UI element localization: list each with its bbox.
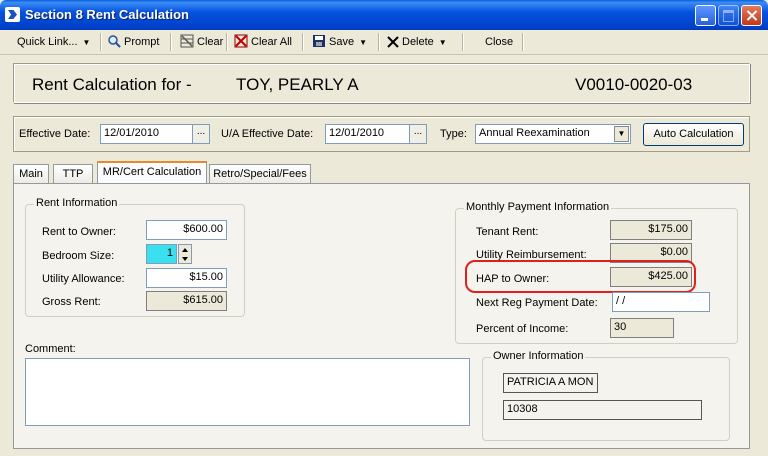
- tenant-name: TOY, PEARLY A: [236, 75, 359, 94]
- effective-date-label: Effective Date:: [19, 128, 91, 140]
- dropdown-arrow-icon: ▼: [359, 38, 367, 47]
- minimize-button[interactable]: [695, 5, 716, 26]
- tab-retro-special-fees[interactable]: Retro/Special/Fees: [209, 164, 311, 183]
- ua-effective-date-label: U/A Effective Date:: [221, 128, 314, 140]
- gross-rent-label: Gross Rent:: [42, 296, 101, 308]
- next-reg-payment-date-field[interactable]: / /: [612, 292, 710, 312]
- type-selected-value: Annual Reexamination: [479, 127, 590, 139]
- floppy-disk-icon: [313, 35, 325, 47]
- effective-date-field[interactable]: 12/01/2010: [100, 124, 206, 144]
- dropdown-arrow-icon: ▼: [438, 38, 447, 47]
- clear-all-button[interactable]: Clear All: [234, 34, 292, 50]
- effective-date-bar: Effective Date: 12/01/2010 ... U/A Effec…: [13, 116, 750, 152]
- window-title: Section 8 Rent Calculation: [25, 7, 189, 22]
- ua-effective-date-field[interactable]: 12/01/2010: [325, 124, 411, 144]
- tab-ttp[interactable]: TTP: [53, 164, 93, 183]
- delete-button[interactable]: Delete ▼: [387, 34, 447, 50]
- tenant-rent-label: Tenant Rent:: [476, 226, 539, 238]
- next-reg-payment-date-label: Next Reg Payment Date:: [476, 297, 598, 309]
- clear-grid-icon: [180, 34, 194, 48]
- bedroom-size-field[interactable]: 1: [146, 244, 177, 264]
- hap-highlight-annotation: [465, 260, 696, 293]
- tenant-rent-field: $175.00: [610, 220, 692, 240]
- rent-to-owner-field[interactable]: $600.00: [146, 220, 227, 240]
- owner-information-title: Owner Information: [491, 350, 586, 362]
- save-button[interactable]: Save ▼: [312, 34, 367, 50]
- rent-calc-label: Rent Calculation for -: [32, 75, 192, 94]
- clear-all-icon: [234, 34, 248, 48]
- tab-main[interactable]: Main: [13, 164, 49, 183]
- owner-name-field: PATRICIA A MON: [503, 373, 598, 393]
- magnifier-icon: [108, 35, 121, 48]
- app-icon: [5, 7, 20, 22]
- prompt-button[interactable]: Prompt: [107, 34, 159, 50]
- comment-textarea[interactable]: [25, 358, 470, 426]
- clear-button[interactable]: Clear: [180, 34, 223, 50]
- tenant-id: V0010-0020-03: [575, 75, 693, 94]
- monthly-payment-title: Monthly Payment Information: [464, 201, 612, 213]
- ua-date-picker-button[interactable]: ...: [409, 124, 427, 144]
- toolbar: Quick Link... ▼ Prompt Clear Clear All Sa…: [0, 30, 768, 55]
- type-select[interactable]: Annual Reexamination ▼: [475, 124, 631, 144]
- maximize-button[interactable]: [718, 5, 739, 26]
- owner-information-group: Owner Information: [482, 350, 730, 441]
- delete-x-icon: [387, 36, 399, 48]
- close-button[interactable]: Close: [485, 34, 513, 50]
- title-bar: Section 8 Rent Calculation: [0, 0, 768, 30]
- close-window-button[interactable]: [741, 5, 762, 26]
- utility-allowance-field[interactable]: $15.00: [146, 268, 227, 288]
- bedroom-size-spinner[interactable]: [178, 244, 192, 264]
- tab-mr-cert-calculation[interactable]: MR/Cert Calculation: [97, 161, 207, 183]
- gross-rent-field: $615.00: [146, 291, 227, 311]
- auto-calculation-button[interactable]: Auto Calculation: [643, 123, 744, 146]
- comment-label: Comment:: [25, 343, 76, 355]
- percent-of-income-field: 30: [610, 318, 674, 338]
- percent-of-income-label: Percent of Income:: [476, 323, 569, 335]
- header-panel: Rent Calculation for - TOY, PEARLY A V00…: [13, 63, 750, 103]
- bedroom-size-label: Bedroom Size:: [42, 250, 115, 262]
- rent-to-owner-label: Rent to Owner:: [42, 226, 116, 238]
- dropdown-arrow-icon: ▼: [82, 38, 91, 47]
- effective-date-picker-button[interactable]: ...: [192, 124, 210, 144]
- type-label: Type:: [440, 128, 467, 140]
- owner-id-field: 10308: [503, 400, 702, 420]
- quick-link-button[interactable]: Quick Link... ▼: [17, 34, 90, 50]
- chevron-down-icon[interactable]: ▼: [614, 126, 629, 142]
- utility-allowance-label: Utility Allowance:: [42, 273, 125, 285]
- rent-information-title: Rent Information: [34, 197, 120, 209]
